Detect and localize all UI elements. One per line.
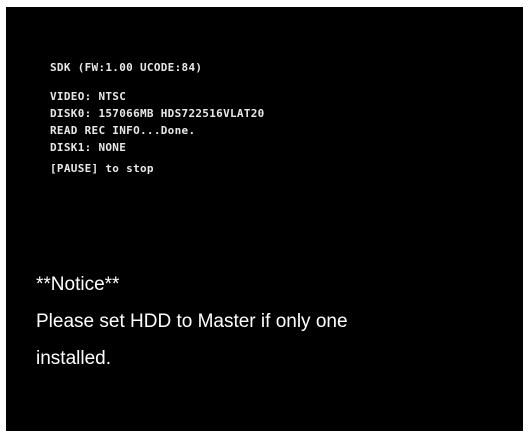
log-spacer — [50, 76, 265, 88]
terminal-screen: SDK (FW:1.00 UCODE:84) VIDEO: NTSC DISK0… — [6, 7, 523, 431]
boot-log: SDK (FW:1.00 UCODE:84) VIDEO: NTSC DISK0… — [50, 59, 265, 177]
notice-caption: **Notice** Please set HDD to Master if o… — [36, 266, 506, 377]
video-mode-line: VIDEO: NTSC — [50, 90, 127, 103]
disk0-info-line: DISK0: 157066MB HDS722516VLAT20 — [50, 107, 265, 120]
notice-heading: **Notice** — [36, 274, 120, 295]
pause-to-stop-prompt: [PAUSE] to stop — [50, 162, 154, 175]
sdk-version-line: SDK (FW:1.00 UCODE:84) — [50, 61, 203, 74]
notice-text-line-2: installed. — [36, 348, 111, 369]
disk1-info-line: DISK1: NONE — [50, 141, 127, 154]
notice-text-line-1: Please set HDD to Master if only one — [36, 311, 348, 332]
read-rec-info-line: READ REC INFO...Done. — [50, 124, 196, 137]
